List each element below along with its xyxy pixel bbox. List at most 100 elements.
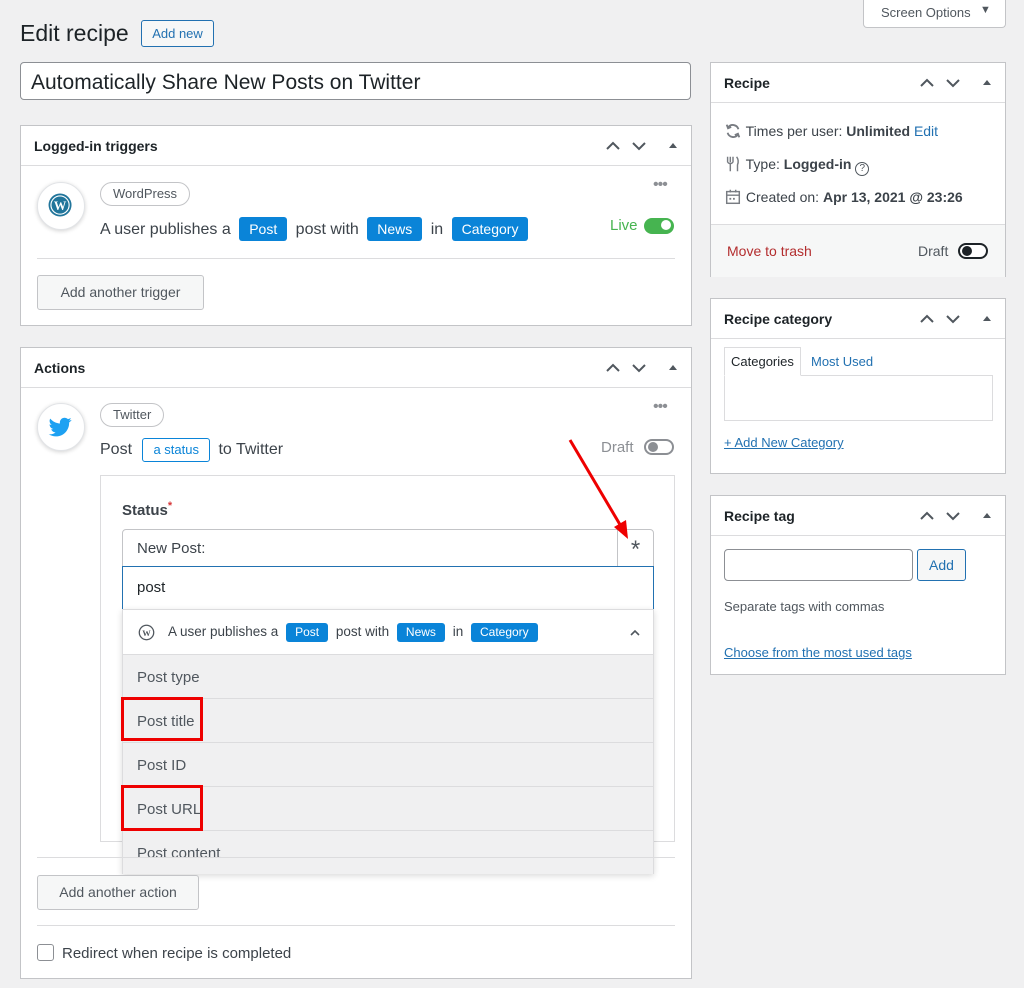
caret-down-icon: ▼ [980,4,991,16]
trigger-text-2: post with [295,221,359,238]
trigger-token-post[interactable]: Post [239,217,288,241]
wordpress-small-icon: W [138,624,155,641]
tag-input[interactable] [724,549,913,581]
red-arrow-annotation [568,439,628,539]
token-search-input[interactable]: post [122,566,654,610]
created-value: Apr 13, 2021 @ 23:26 [822,189,963,205]
type-label: Type: [745,156,780,172]
triggers-box: Logged-in triggers W WordPress A user pu… [20,125,692,326]
redirect-checkbox[interactable] [37,944,54,961]
divider [37,925,675,926]
trigger-status-label: Live [610,217,638,234]
tag-hint: Separate tags with commas [724,599,885,614]
recipe-box-title: Recipe [724,75,770,91]
type-row: Type: Logged-in ? [724,155,870,176]
move-up-icon[interactable] [603,358,623,378]
category-box-title: Recipe category [724,311,833,327]
add-new-button[interactable]: Add new [141,20,214,47]
action-menu-icon[interactable]: ••• [653,399,668,415]
action-token-status[interactable]: a status [142,438,210,462]
recipe-title-value: Automatically Share New Posts on Twitter [31,71,421,94]
token-dropdown: W A user publishes a Post post with News… [122,609,654,874]
categories-list [724,375,993,421]
trigger-menu-icon[interactable]: ••• [653,177,668,193]
option-label: Post content [137,845,221,862]
group-text-2: post with [335,624,390,639]
svg-text:W: W [54,199,67,213]
svg-text:W: W [142,628,151,638]
add-another-trigger-button[interactable]: Add another trigger [37,275,204,310]
move-up-icon[interactable] [603,136,623,156]
recipe-category-box: Recipe category Categories Most Used + A… [710,298,1006,474]
action-draft-toggle[interactable] [644,439,674,455]
divider [37,857,675,858]
option-post-content[interactable]: Post content [123,830,653,874]
trigger-token-news[interactable]: News [367,217,423,241]
collapse-icon[interactable] [977,73,997,93]
screen-options-button[interactable]: Screen Options ▼ [863,0,1006,28]
type-value: Logged-in [783,156,852,172]
page-title: Edit recipe [20,20,129,46]
move-down-icon[interactable] [943,506,963,526]
group-text-1: A user publishes a [168,624,279,639]
screen-options-label: Screen Options [881,5,971,20]
tab-categories[interactable]: Categories [724,347,801,376]
collapse-icon[interactable] [663,358,683,378]
group-token-news: News [396,623,445,642]
move-up-icon[interactable] [917,506,937,526]
move-up-icon[interactable] [917,73,937,93]
times-edit-link[interactable]: Edit [914,123,938,139]
add-tag-button[interactable]: Add [917,549,966,581]
category-box-header: Recipe category [711,299,1005,339]
recipe-draft-label: Draft [918,243,949,259]
move-down-icon[interactable] [943,309,963,329]
option-post-id[interactable]: Post ID [123,742,653,786]
times-label: Times per user: [745,123,843,139]
move-to-trash-link[interactable]: Move to trash [727,243,812,259]
move-down-icon[interactable] [629,358,649,378]
group-token-post: Post [286,623,329,642]
option-label: Post type [137,669,200,686]
calendar-icon [725,189,741,205]
collapse-icon[interactable] [663,136,683,156]
triggers-box-header: Logged-in triggers [21,126,691,166]
trigger-sentence: A user publishes a Post post with News i… [100,217,529,241]
help-icon[interactable]: ? [855,162,870,176]
utensils-icon [726,156,739,172]
highlight-post-url [121,785,203,831]
recipe-box-footer: Move to trash Draft [711,224,1005,277]
collapse-icon[interactable] [977,506,997,526]
move-up-icon[interactable] [917,309,937,329]
add-another-action-button[interactable]: Add another action [37,875,199,910]
trigger-text-1: A user publishes a [100,221,231,238]
action-sentence: Post a status to Twitter [100,438,283,462]
tab-categories-label: Categories [731,354,794,369]
triggers-title: Logged-in triggers [34,138,158,154]
actions-title: Actions [34,360,86,376]
trigger-token-category[interactable]: Category [451,217,529,241]
option-label: Post ID [137,757,187,774]
recipe-title-input[interactable]: Automatically Share New Posts on Twitter [20,62,691,100]
action-text-1: Post [100,441,133,458]
add-new-category-link[interactable]: + Add New Category [724,435,844,450]
tag-box-header: Recipe tag [711,496,1005,536]
option-post-type[interactable]: Post type [123,654,653,698]
recipe-box-header: Recipe [711,63,1005,103]
move-down-icon[interactable] [629,136,649,156]
choose-most-used-tags-link[interactable]: Choose from the most used tags [724,645,912,660]
recipe-status-toggle[interactable] [958,243,988,259]
wordpress-icon: W [37,182,85,230]
group-text-3: in [452,624,464,639]
tab-most-used[interactable]: Most Used [811,354,873,369]
action-text-2: to Twitter [218,441,284,458]
trigger-live-toggle[interactable] [644,218,674,234]
move-down-icon[interactable] [943,73,963,93]
divider [37,258,675,259]
chevron-up-icon[interactable] [629,627,641,639]
status-label-text: Status [122,502,168,519]
created-row: Created on: Apr 13, 2021 @ 23:26 [724,188,963,206]
collapse-icon[interactable] [977,309,997,329]
dropdown-group-header[interactable]: W A user publishes a Post post with News… [123,610,653,654]
refresh-icon [725,124,741,138]
redirect-label: Redirect when recipe is completed [62,945,292,962]
